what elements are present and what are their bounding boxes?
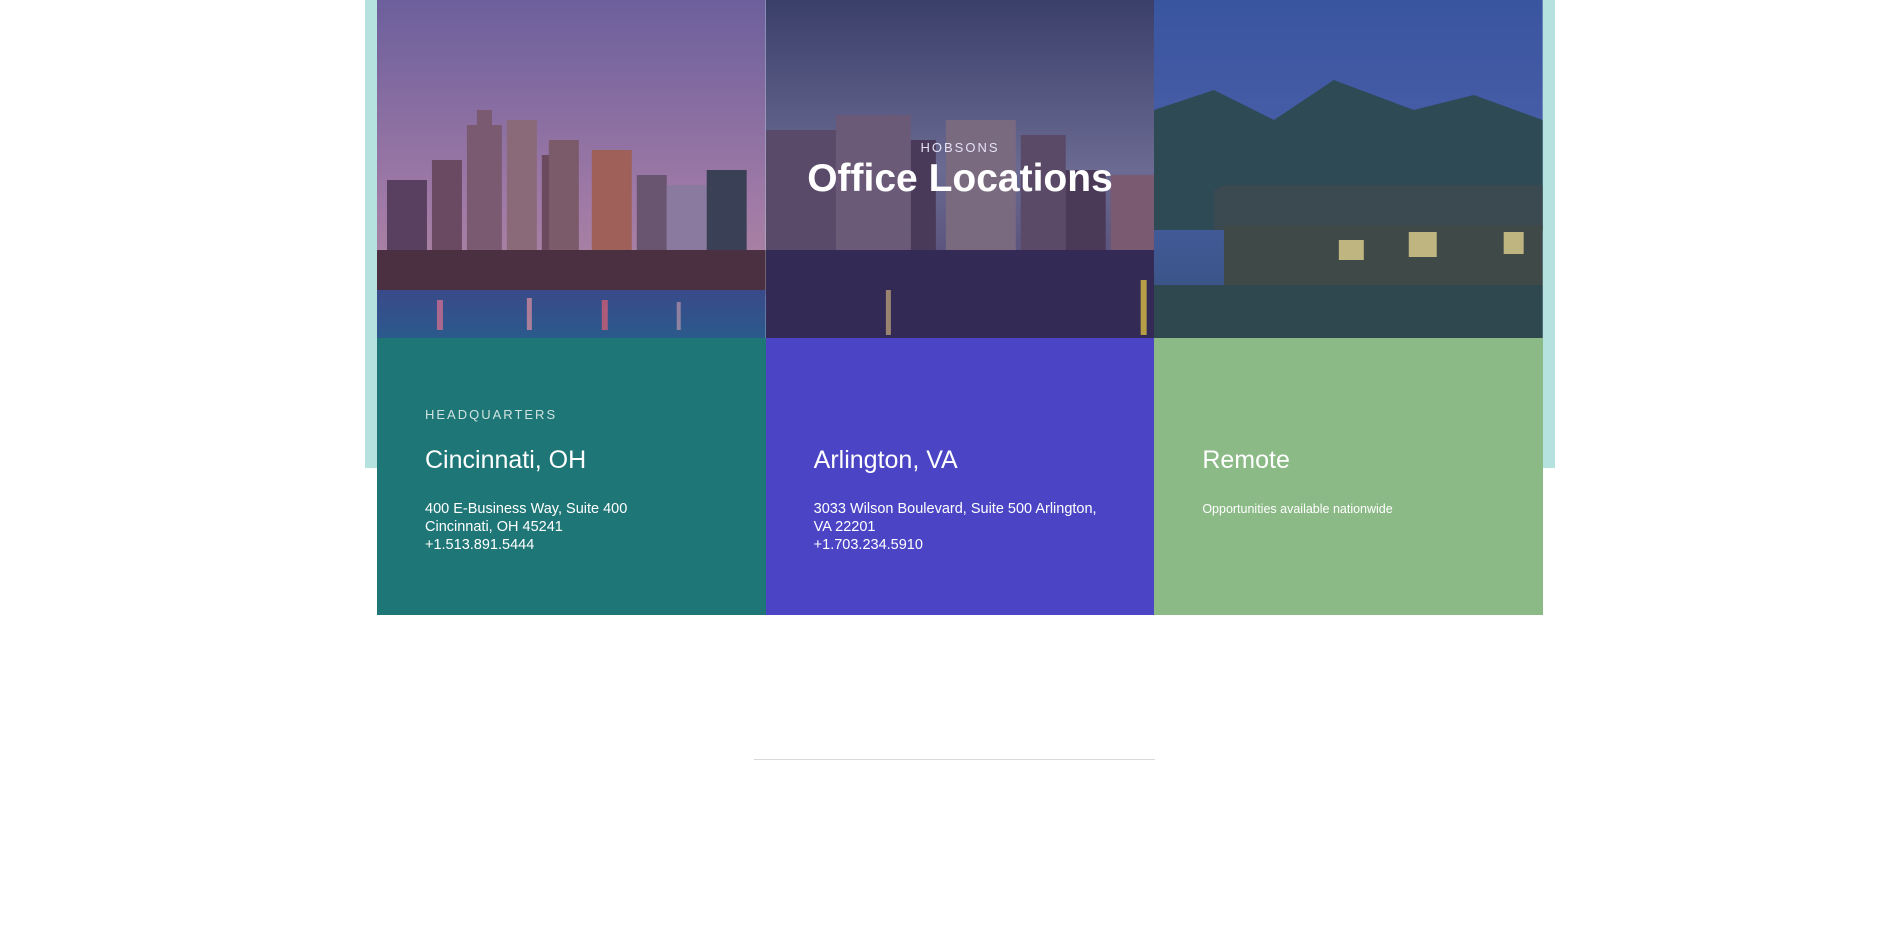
cincinnati-skyline-image: [377, 0, 766, 338]
office-phone[interactable]: +1.703.234.5910: [814, 536, 1115, 554]
office-phone[interactable]: +1.513.891.5444: [425, 536, 726, 554]
info-row: HEADQUARTERS Cincinnati, OH 400 E-Busine…: [377, 338, 1543, 615]
office-address: 400 E-Business Way, Suite 400 Cincinnati…: [425, 500, 726, 554]
office-city-title: Arlington, VA: [813, 446, 958, 474]
office-card-arlington: Arlington, VA 3033 Wilson Boulevard, Sui…: [765, 338, 1155, 615]
address-line: 3033 Wilson Boulevard, Suite 500 Arlingt…: [813, 501, 1097, 535]
office-card-remote: Remote Opportunities available nationwid…: [1154, 338, 1543, 615]
office-description: Opportunities available nationwide: [1202, 500, 1503, 518]
address-line: 400 E-Business Way, Suite 400: [425, 501, 628, 517]
remote-description: Opportunities available nationwide: [1202, 502, 1393, 516]
lake-cabin-image: [1154, 0, 1543, 338]
office-city-title: Remote: [1202, 446, 1290, 474]
arlington-skyline-image: [765, 0, 1155, 338]
headquarters-label: HEADQUARTERS: [425, 407, 558, 422]
office-locations-grid: HEADQUARTERS Cincinnati, OH 400 E-Busine…: [377, 0, 1543, 615]
photo-row: [377, 0, 1543, 338]
office-address: 3033 Wilson Boulevard, Suite 500 Arlingt…: [814, 500, 1115, 554]
address-line: Cincinnati, OH 45241: [425, 519, 563, 535]
office-card-cincinnati: HEADQUARTERS Cincinnati, OH 400 E-Busine…: [377, 338, 766, 615]
section-divider: [754, 759, 1155, 760]
office-city-title: Cincinnati, OH: [425, 446, 587, 474]
